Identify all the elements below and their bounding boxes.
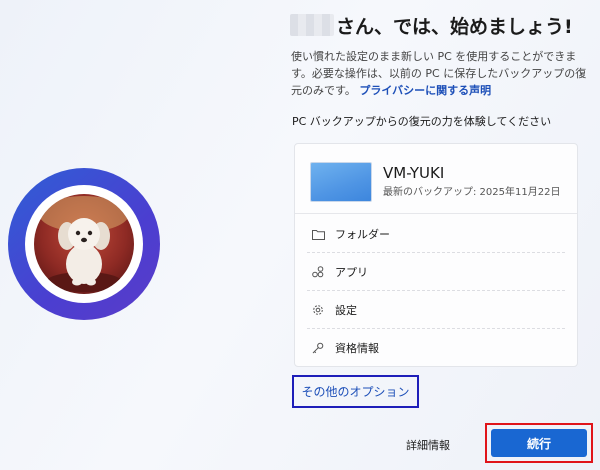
list-item-folders: フォルダー	[295, 215, 577, 253]
divider	[295, 213, 577, 214]
details-link[interactable]: 詳細情報	[406, 437, 450, 453]
apps-icon	[311, 265, 325, 279]
privacy-link[interactable]: プライバシーに関する声明	[359, 84, 491, 97]
list-item-apps: アプリ	[295, 253, 577, 291]
list-item-settings: 設定	[295, 291, 577, 329]
device-thumbnail	[310, 162, 372, 202]
continue-button[interactable]: 続行	[491, 429, 587, 457]
title-text: さん、では、始めましょう!	[336, 15, 573, 38]
user-avatar	[8, 168, 160, 320]
backup-card: VM-YUKI 最新のバックアップ: 2025年11月22日 フォルダー アプリ…	[294, 143, 578, 367]
gear-icon	[311, 303, 325, 317]
section-label: PC バックアップからの復元の力を体験してください	[292, 115, 552, 128]
more-options-link[interactable]: その他のオプション	[292, 375, 419, 408]
folder-icon	[311, 227, 325, 241]
redacted-username	[290, 14, 334, 36]
item-label: フォルダー	[335, 228, 390, 241]
avatar-frame	[25, 185, 143, 303]
latest-backup-date: 最新のバックアップ: 2025年11月22日	[383, 187, 561, 198]
list-item-credentials: 資格情報	[295, 329, 577, 367]
key-icon	[311, 341, 325, 355]
page-title: さん、では、始めましょう!	[290, 10, 573, 40]
description: 使い慣れた設定のまま新しい PC を使用することができます。必要な操作は、以前の…	[291, 48, 591, 99]
device-name: VM-YUKI	[383, 164, 445, 182]
item-label: 設定	[335, 304, 357, 317]
device-info: VM-YUKI 最新のバックアップ: 2025年11月22日	[310, 159, 567, 204]
avatar-photo	[34, 194, 134, 294]
continue-highlight: 続行	[485, 423, 593, 463]
item-label: アプリ	[335, 266, 368, 279]
item-label: 資格情報	[335, 342, 379, 355]
